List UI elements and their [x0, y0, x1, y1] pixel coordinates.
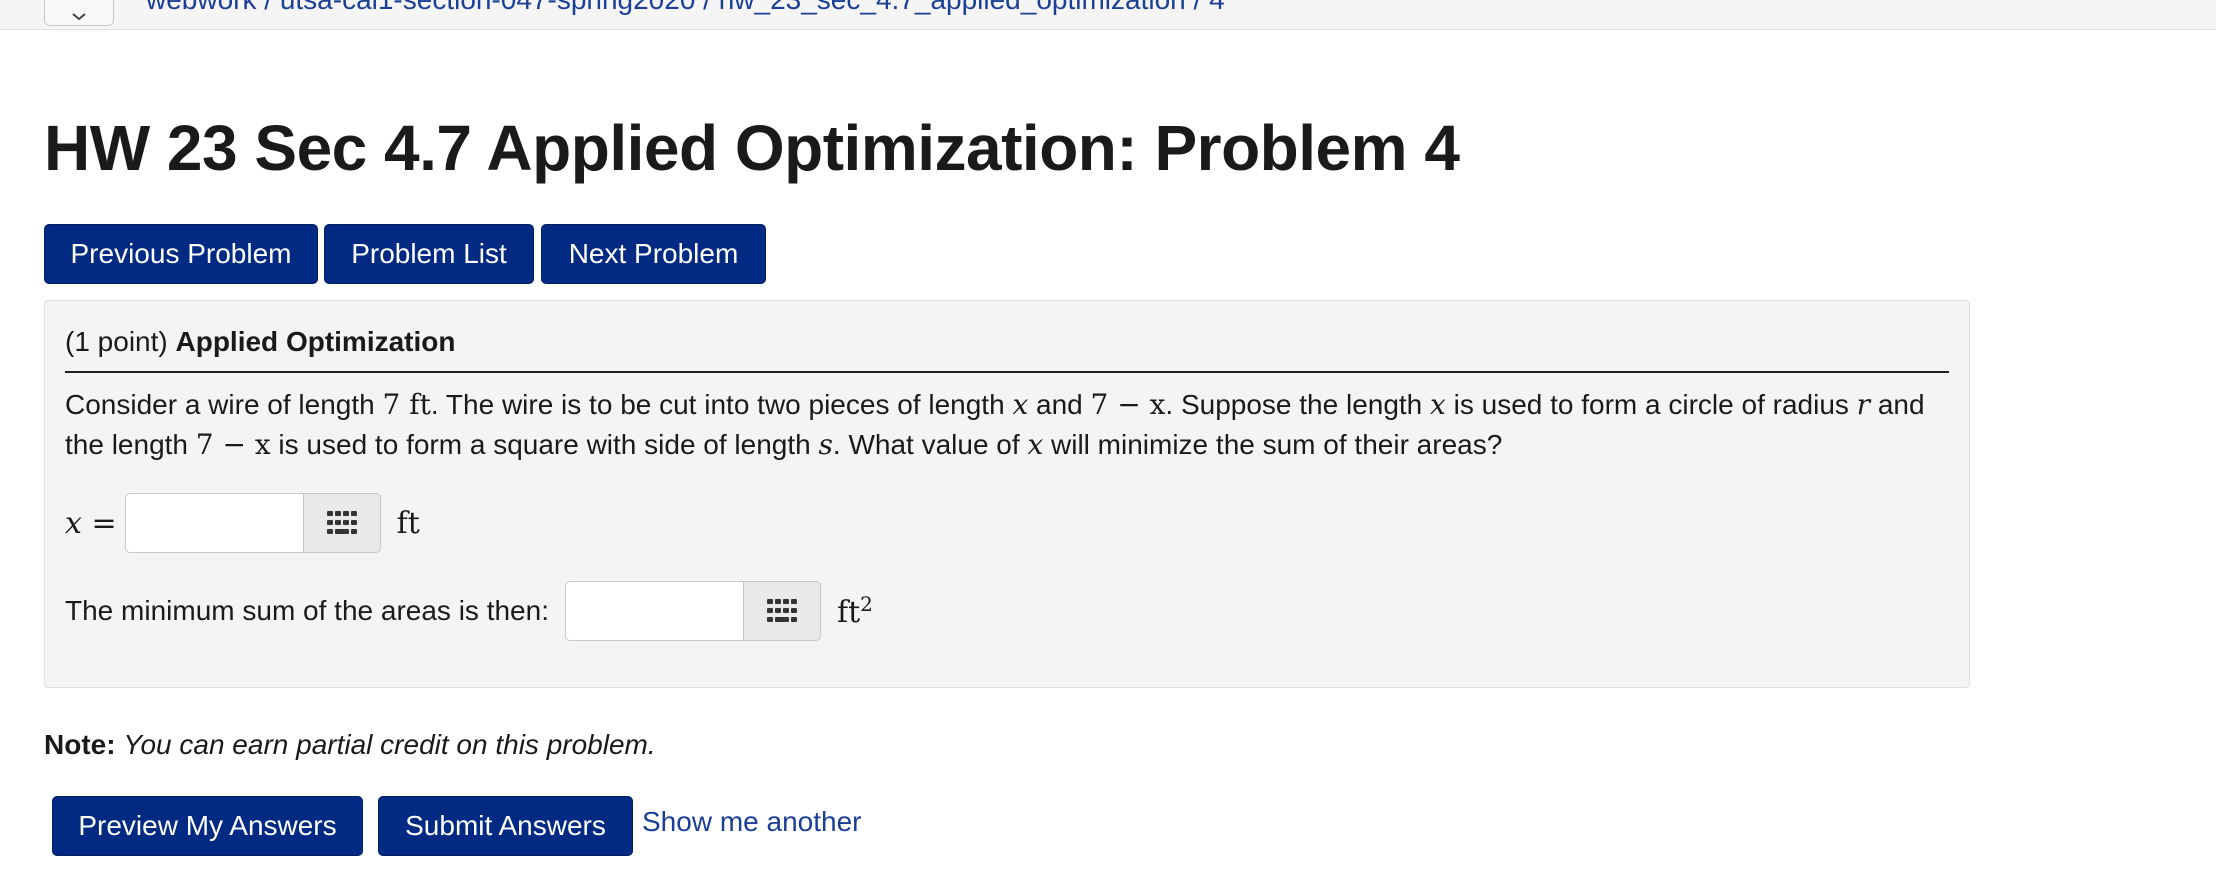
top-navbar: webwork / utsa-cal1-section-047-spring20…	[0, 0, 2216, 30]
breadcrumb[interactable]: webwork / utsa-cal1-section-047-spring20…	[146, 0, 1225, 16]
math-var-r: r	[1856, 388, 1871, 421]
partial-credit-note: Note: You can earn partial credit on thi…	[44, 727, 656, 763]
page-title: HW 23 Sec 4.7 Applied Optimization: Prob…	[44, 112, 1460, 184]
note-text: You can earn partial credit on this prob…	[123, 729, 656, 760]
submit-answers-button[interactable]: Submit Answers	[378, 796, 633, 856]
answer1-label: x =	[65, 505, 117, 541]
problem-panel: (1 point) Applied Optimization Consider …	[44, 300, 1970, 688]
problem-points: (1 point)	[65, 326, 168, 357]
math-keyboard-button[interactable]	[742, 581, 821, 641]
preview-answers-button[interactable]: Preview My Answers	[52, 796, 363, 856]
problem-header: (1 point) Applied Optimization	[65, 325, 456, 359]
area-answer-input[interactable]	[564, 581, 743, 641]
math-var-s: s	[818, 428, 833, 461]
math-wire-length: 7 ft	[382, 388, 431, 421]
problem-statement: Consider a wire of length 7 ft. The wire…	[65, 388, 1925, 461]
answer1-unit: ft	[396, 505, 420, 541]
answer-row-x: x = ft	[65, 493, 420, 553]
math-var-x: x	[1012, 388, 1029, 421]
chevron-down-icon	[72, 13, 86, 21]
answer2-label: The minimum sum of the areas is then:	[65, 595, 549, 626]
keypad-icon	[766, 599, 797, 622]
math-seven-minus-x: 7 − x	[195, 428, 271, 461]
previous-problem-button[interactable]: Previous Problem	[44, 224, 318, 284]
note-label: Note:	[44, 729, 116, 760]
menu-toggle-button[interactable]	[44, 0, 114, 26]
show-me-another-link[interactable]: Show me another	[642, 806, 861, 838]
answer-row-area: The minimum sum of the areas is then: ft…	[65, 581, 873, 641]
math-var-x: x	[1430, 388, 1446, 421]
header-divider	[65, 371, 1949, 373]
next-problem-button[interactable]: Next Problem	[541, 224, 766, 284]
math-seven-minus-x: 7 − x	[1090, 388, 1166, 421]
unit-exponent: 2	[860, 592, 873, 616]
x-answer-input[interactable]	[124, 493, 303, 553]
math-keyboard-button[interactable]	[302, 493, 381, 553]
math-var-x: x	[1027, 428, 1044, 461]
problem-list-button[interactable]: Problem List	[324, 224, 534, 284]
problem-heading: Applied Optimization	[175, 326, 456, 357]
answer2-unit: ft2	[836, 592, 873, 630]
keypad-icon	[326, 511, 357, 534]
